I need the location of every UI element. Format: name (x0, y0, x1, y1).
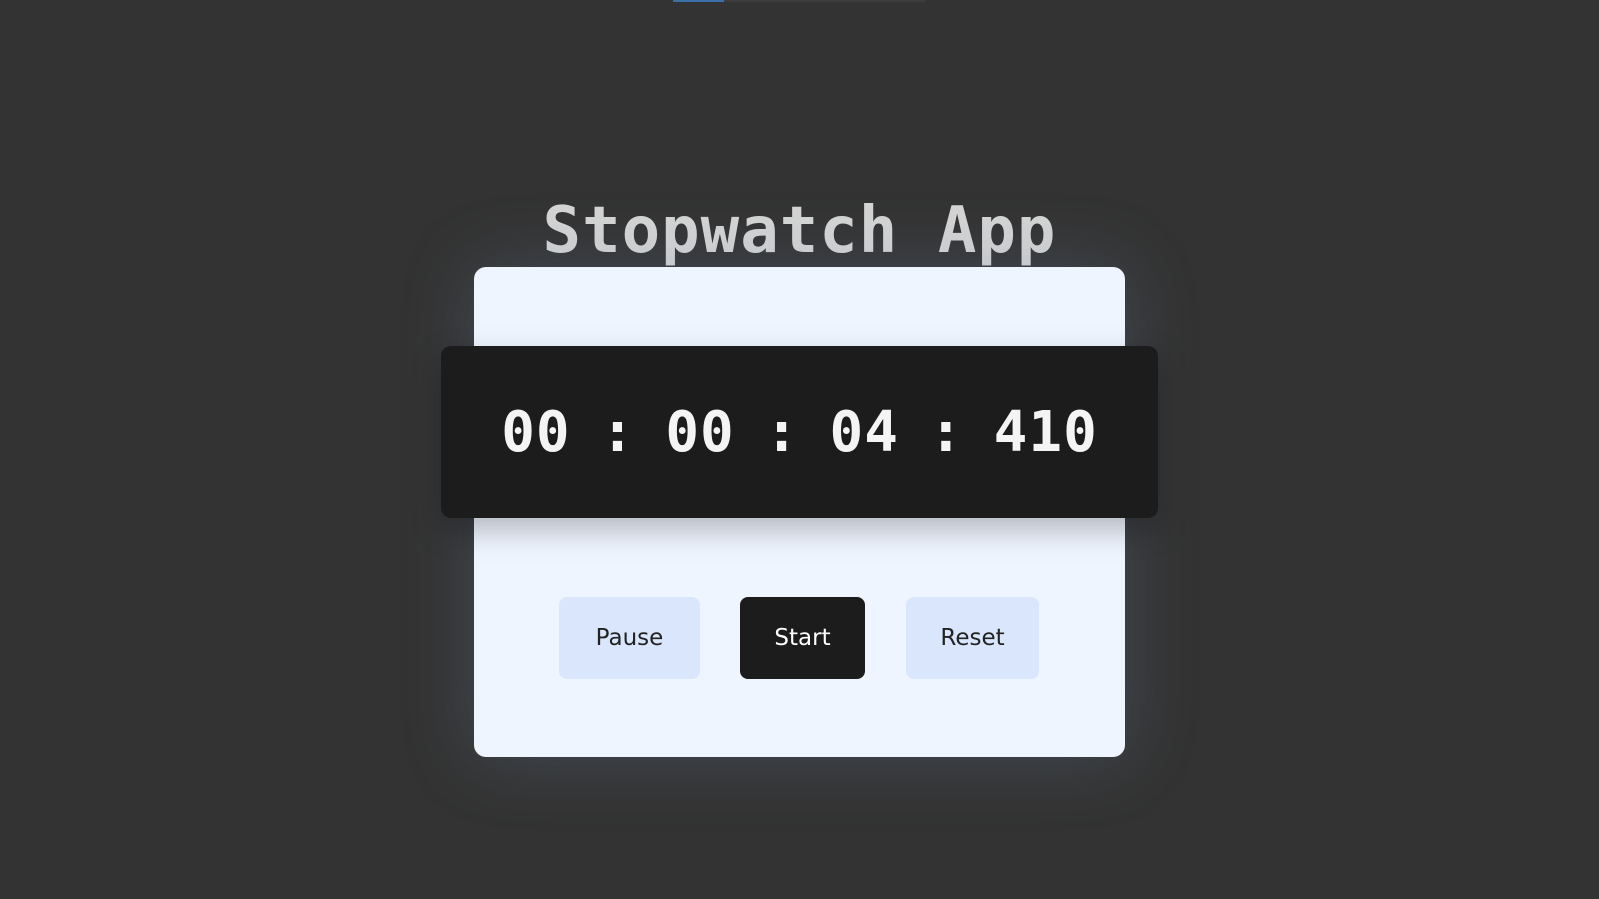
time-separator: : (928, 399, 964, 465)
pause-button[interactable]: Pause (559, 597, 700, 679)
milliseconds-value: 410 (993, 399, 1098, 465)
reset-button[interactable]: Reset (906, 597, 1039, 679)
time-separator: : (764, 399, 800, 465)
time-display: 00 : 00 : 04 : 410 (441, 346, 1158, 518)
seconds-value: 04 (829, 399, 899, 465)
top-scroll-indicator-thumb (673, 0, 724, 2)
hours-value: 00 (501, 399, 571, 465)
top-scroll-indicator (673, 0, 925, 2)
page-title: Stopwatch App (542, 193, 1057, 268)
minutes-value: 00 (665, 399, 735, 465)
time-separator: : (600, 399, 636, 465)
control-buttons: Pause Start Reset (0, 597, 1599, 679)
start-button[interactable]: Start (740, 597, 865, 679)
